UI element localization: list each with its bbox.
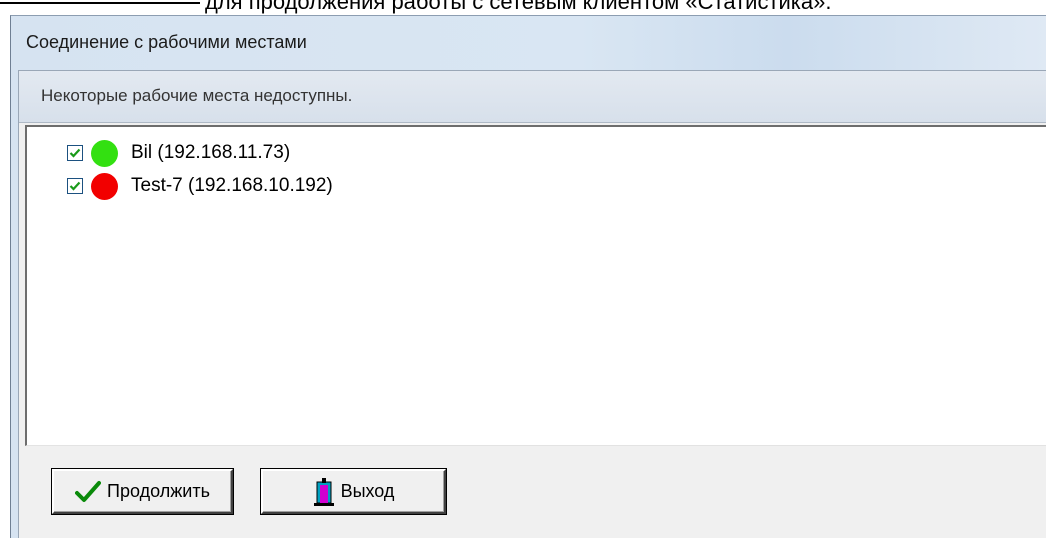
- dialog-client-area: Некоторые рабочие места недоступны. Bil …: [18, 70, 1046, 538]
- exit-door-icon: [313, 477, 335, 507]
- checkmark-icon: [69, 148, 81, 158]
- status-offline-icon: [91, 172, 118, 200]
- checkmark-icon: [69, 181, 81, 191]
- continue-button-label: Продолжить: [107, 481, 210, 501]
- continue-button[interactable]: Продолжить: [51, 468, 234, 515]
- list-item-bil[interactable]: Bil (192.168.11.73): [67, 138, 290, 168]
- workstation-checkbox[interactable]: [67, 145, 83, 161]
- info-message: Некоторые рабочие места недоступны.: [41, 86, 353, 105]
- status-online-icon: [91, 139, 118, 167]
- list-item-test-7[interactable]: Test-7 (192.168.10.192): [67, 171, 333, 201]
- workstation-label: Bil (192.168.11.73): [131, 142, 291, 163]
- info-bar: Некоторые рабочие места недоступны.: [19, 71, 1046, 123]
- document-underline: [0, 2, 200, 4]
- dialog-window: Соединение с рабочими местами Некоторые …: [10, 15, 1046, 538]
- workstation-checkbox[interactable]: [67, 178, 83, 194]
- exit-button-label: Выход: [340, 481, 395, 501]
- document-text: для продолжения работы с сетевым клиенто…: [205, 0, 832, 14]
- window-title: Соединение с рабочими местами: [26, 32, 307, 52]
- exit-button[interactable]: Выход: [260, 468, 447, 515]
- workstation-list[interactable]: Bil (192.168.11.73) Test-7 (192.168.10.1…: [25, 125, 1046, 446]
- workstation-label: Test-7 (192.168.10.192): [131, 175, 333, 196]
- title-bar[interactable]: Соединение с рабочими местами: [11, 16, 1046, 68]
- page: для продолжения работы с сетевым клиенто…: [0, 0, 1046, 538]
- checkmark-icon: [75, 480, 102, 504]
